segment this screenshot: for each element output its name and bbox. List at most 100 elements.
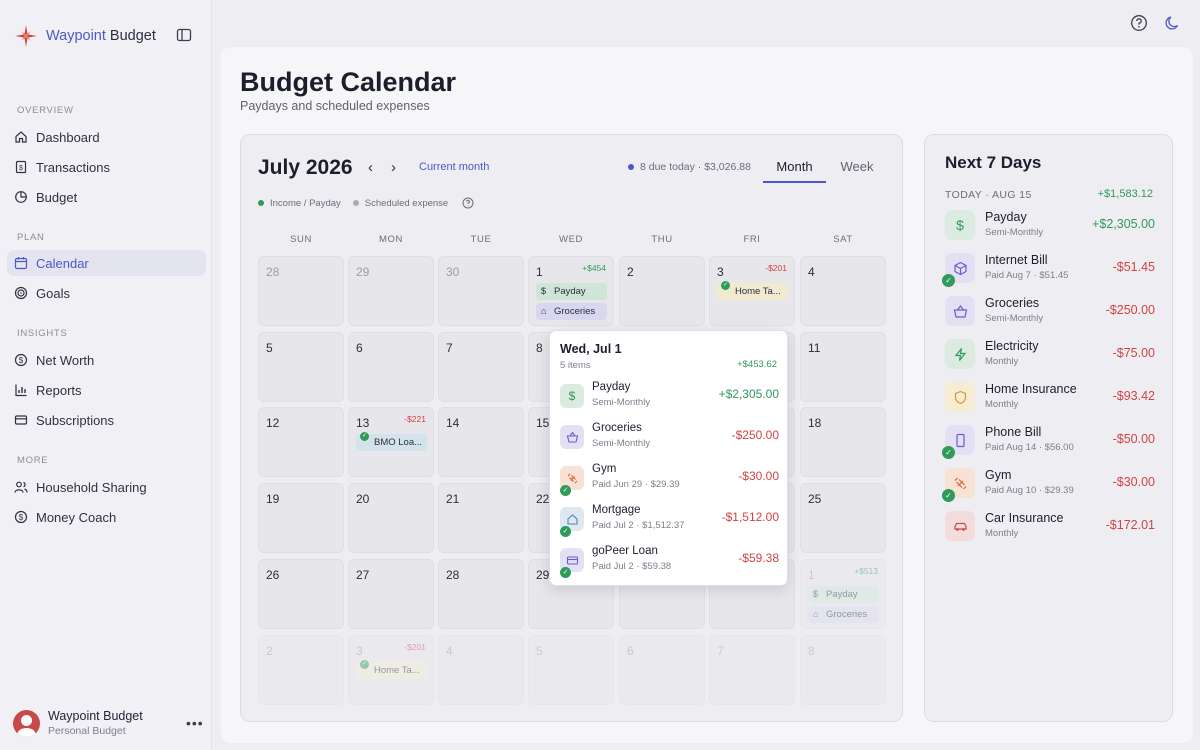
popup-item[interactable]: ✓ Mortgage Paid Jul 2 · $1,512.37 -$1,51… bbox=[560, 502, 779, 538]
calendar-day[interactable]: 3 -$201 Home Ta... ✓ bbox=[709, 256, 795, 326]
event-chip[interactable]: ⌂ Groceries bbox=[536, 303, 607, 320]
calendar-day[interactable]: 20 bbox=[348, 483, 434, 553]
help-icon[interactable] bbox=[1130, 14, 1148, 32]
day-number: 14 bbox=[446, 416, 460, 430]
upcoming-item[interactable]: Groceries Semi-Monthly -$250.00 bbox=[945, 296, 1155, 332]
next-7-days-panel: Next 7 Days TODAY · AUG 15 +$1,583.12 $ … bbox=[924, 134, 1173, 722]
today-label: TODAY · AUG 15 bbox=[945, 189, 1032, 201]
dollar-icon: $ bbox=[560, 384, 584, 408]
calendar-day[interactable]: 7 bbox=[709, 635, 795, 705]
popup-item[interactable]: $ Payday Semi-Monthly +$2,305.00 bbox=[560, 379, 779, 415]
calendar-day[interactable]: 2 bbox=[619, 256, 705, 326]
sidebar-item-budget[interactable]: Budget bbox=[7, 184, 206, 210]
upcoming-item-name: Phone Bill bbox=[985, 425, 1042, 439]
popup-item-sub: Semi-Monthly bbox=[592, 397, 651, 408]
sidebar-item-household-sharing[interactable]: Household Sharing bbox=[7, 474, 206, 500]
upcoming-item[interactable]: Home Insurance Monthly -$93.42 bbox=[945, 382, 1155, 418]
section-insights: INSIGHTS bbox=[17, 328, 68, 339]
due-dot-icon bbox=[628, 164, 634, 170]
day-number: 6 bbox=[627, 644, 634, 658]
upcoming-item-amount: -$51.45 bbox=[1112, 260, 1155, 274]
legend-help-icon[interactable] bbox=[462, 197, 474, 209]
sidebar-item-calendar[interactable]: Calendar bbox=[7, 250, 206, 276]
calendar-day[interactable]: 12 bbox=[258, 407, 344, 477]
calendar-day[interactable]: 28 bbox=[438, 559, 524, 629]
section-more: MORE bbox=[17, 455, 49, 466]
upcoming-item[interactable]: ✓ Gym Paid Aug 10 · $29.39 -$30.00 bbox=[942, 468, 1155, 504]
current-month-link[interactable]: Current month bbox=[419, 161, 489, 173]
sidebar-item-dashboard[interactable]: Dashboard bbox=[7, 124, 206, 150]
calendar-day[interactable]: 11 bbox=[800, 332, 886, 402]
calendar-day[interactable]: 19 bbox=[258, 483, 344, 553]
paid-check-icon: ✓ bbox=[942, 446, 955, 459]
sidebar: Waypoint Budget OVERVIEW Dashboard $ Tra… bbox=[0, 0, 212, 750]
upcoming-item-amount: -$50.00 bbox=[1112, 432, 1155, 446]
prev-month-icon[interactable]: ‹ bbox=[368, 159, 373, 176]
popup-item[interactable]: ✓ goPeer Loan Paid Jul 2 · $59.38 -$59.3… bbox=[560, 543, 779, 579]
calendar-day[interactable]: 18 bbox=[800, 407, 886, 477]
calendar-day[interactable]: 13 -$221 BMO Loa... ✓ bbox=[348, 407, 434, 477]
calendar-day[interactable]: 26 bbox=[258, 559, 344, 629]
calendar-day[interactable]: 2 bbox=[258, 635, 344, 705]
upcoming-item[interactable]: $ Payday Semi-Monthly +$2,305.00 bbox=[945, 210, 1155, 246]
calendar-day[interactable]: 30 bbox=[438, 256, 524, 326]
day-number: 11 bbox=[808, 341, 821, 355]
sidebar-item-reports[interactable]: Reports bbox=[7, 377, 206, 403]
upcoming-item-sub: Paid Aug 14 · $56.00 bbox=[985, 442, 1074, 453]
legend-income: Income / Payday bbox=[270, 197, 341, 209]
calendar-day[interactable]: 25 bbox=[800, 483, 886, 553]
car-icon bbox=[945, 511, 975, 541]
dark-mode-icon[interactable] bbox=[1164, 14, 1182, 32]
next-month-icon[interactable]: › bbox=[391, 159, 396, 176]
calendar-day[interactable]: 21 bbox=[438, 483, 524, 553]
day-number: 8 bbox=[808, 644, 815, 658]
day-net-amount: -$201 bbox=[404, 642, 426, 652]
tab-month[interactable]: Month bbox=[763, 150, 826, 183]
event-chip[interactable]: $ Payday bbox=[536, 283, 607, 300]
upcoming-item[interactable]: ✓ Phone Bill Paid Aug 14 · $56.00 -$50.0… bbox=[942, 425, 1155, 461]
user-profile[interactable]: Waypoint Budget Personal Budget bbox=[13, 709, 143, 737]
svg-text:$: $ bbox=[19, 165, 23, 172]
upcoming-item[interactable]: Car Insurance Monthly -$172.01 bbox=[945, 511, 1155, 547]
day-net-amount: +$513 bbox=[854, 566, 878, 576]
day-detail-popup[interactable]: Wed, Jul 1 5 items +$453.62 $ Payday Sem… bbox=[549, 330, 788, 586]
popup-item[interactable]: ✓ Gym Paid Jun 29 · $29.39 -$30.00 bbox=[560, 461, 779, 497]
more-options-icon[interactable]: ••• bbox=[186, 715, 204, 731]
calendar-day[interactable]: 1 +$454 $ Payday ⌂ Groceries bbox=[528, 256, 614, 326]
calendar-day[interactable]: 5 bbox=[258, 332, 344, 402]
calendar-day[interactable]: 28 bbox=[258, 256, 344, 326]
popup-item-amount: -$250.00 bbox=[731, 428, 779, 442]
basket-icon: ⌂ bbox=[813, 609, 819, 619]
calendar-day[interactable]: 3 -$201 Home Ta... ✓ bbox=[348, 635, 434, 705]
sidebar-item-transactions[interactable]: $ Transactions bbox=[7, 154, 206, 180]
event-chip[interactable]: $ Payday bbox=[808, 586, 879, 603]
calendar-day[interactable]: 5 bbox=[528, 635, 614, 705]
day-net-amount: +$454 bbox=[582, 263, 606, 273]
sidebar-item-net-worth[interactable]: $ Net Worth bbox=[7, 347, 206, 373]
calendar-day[interactable]: 7 bbox=[438, 332, 524, 402]
tab-week[interactable]: Week bbox=[831, 150, 883, 183]
calendar-day[interactable]: 29 bbox=[348, 256, 434, 326]
calendar-day[interactable]: 1 +$513 $ Payday ⌂ Groceries bbox=[800, 559, 886, 629]
calendar-day[interactable]: 14 bbox=[438, 407, 524, 477]
popup-item[interactable]: Groceries Semi-Monthly -$250.00 bbox=[560, 420, 779, 456]
sidebar-item-label: Goals bbox=[36, 285, 70, 301]
calendar-day[interactable]: 6 bbox=[619, 635, 705, 705]
upcoming-item[interactable]: Electricity Monthly -$75.00 bbox=[945, 339, 1155, 375]
event-chip[interactable]: ⌂ Groceries bbox=[808, 606, 879, 623]
calendar-day[interactable]: 4 bbox=[800, 256, 886, 326]
sidebar-toggle-icon[interactable] bbox=[176, 27, 192, 43]
calendar-day[interactable]: 6 bbox=[348, 332, 434, 402]
calendar-day[interactable]: 4 bbox=[438, 635, 524, 705]
users-icon bbox=[14, 481, 28, 493]
calendar-day[interactable]: 27 bbox=[348, 559, 434, 629]
calendar-day[interactable]: 8 bbox=[800, 635, 886, 705]
sidebar-item-subscriptions[interactable]: Subscriptions bbox=[7, 407, 206, 433]
day-number: 19 bbox=[266, 492, 280, 506]
sidebar-item-money-coach[interactable]: $ Money Coach bbox=[7, 504, 206, 530]
upcoming-item-name: Car Insurance bbox=[985, 511, 1064, 525]
sidebar-item-goals[interactable]: Goals bbox=[7, 280, 206, 306]
upcoming-item[interactable]: ✓ Internet Bill Paid Aug 7 · $51.45 -$51… bbox=[942, 253, 1155, 289]
income-dot-icon bbox=[258, 200, 264, 206]
brand[interactable]: Waypoint Budget bbox=[14, 22, 156, 50]
